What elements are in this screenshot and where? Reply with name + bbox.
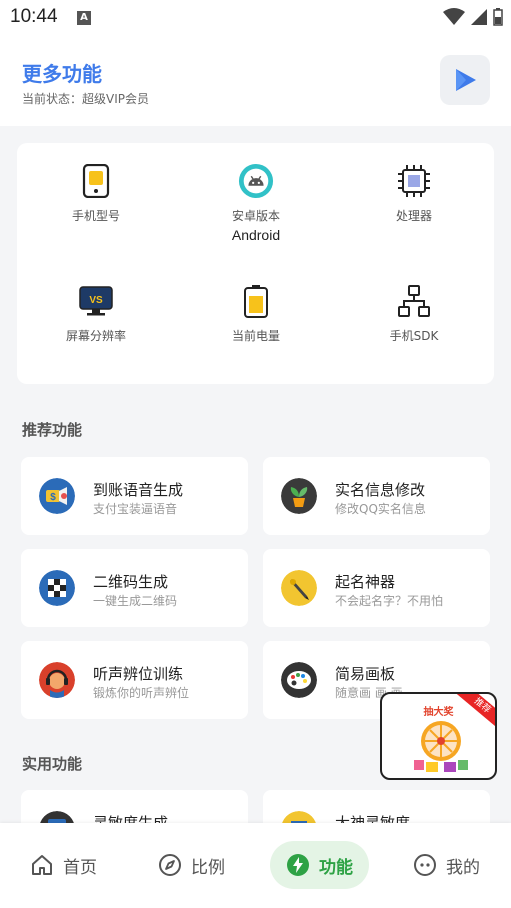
compass-icon [159, 854, 181, 876]
play-icon [456, 69, 476, 91]
cpu-icon [396, 163, 432, 199]
feature-subtitle: 不会起名字？不用怕 [335, 594, 444, 608]
feature-title: 简易画板 [335, 665, 396, 683]
device-resolution[interactable]: VS 屏幕分辨率 [21, 283, 171, 347]
device-label: 安卓版本 [231, 209, 280, 223]
pen-icon [281, 570, 317, 606]
device-label: 手机型号 [71, 209, 120, 223]
phone-icon [78, 163, 114, 199]
sdk-icon [396, 283, 432, 319]
feature-title: 起名神器 [335, 573, 396, 591]
nav-ratio[interactable]: 比例 [158, 841, 225, 889]
device-label: 当前电量 [231, 329, 280, 343]
nav-label: 比例 [191, 857, 225, 878]
plant-icon [281, 478, 317, 514]
nav-label: 功能 [319, 857, 353, 878]
palette-icon [281, 662, 317, 698]
feature-card-sound-training[interactable]: 听声辨位训练 锻炼你的听声辨位 [21, 641, 248, 719]
face-icon [414, 854, 436, 876]
section-title-practical: 实用功能 [22, 755, 83, 773]
feature-card-naming[interactable]: 起名神器 不会起名字？不用怕 [263, 549, 490, 627]
wifi-icon [443, 8, 465, 25]
device-label: 处理器 [395, 209, 432, 223]
feature-title: 实名信息修改 [335, 481, 426, 499]
feature-subtitle: 一键生成二维码 [93, 594, 178, 608]
monitor-icon: VS [78, 283, 114, 319]
play-store-button[interactable] [440, 55, 490, 105]
status-time: 10:44 [10, 6, 58, 27]
feature-subtitle: 支付宝装逼语音 [93, 502, 178, 516]
device-android-version[interactable]: 安卓版本 Android [181, 163, 331, 243]
vip-status: 当前状态：超级VIP会员 [22, 92, 149, 106]
page-header: 更多功能 当前状态：超级VIP会员 [0, 36, 511, 126]
feature-subtitle: 修改QQ实名信息 [335, 502, 426, 516]
lottery-float[interactable]: 抽大奖 推荐 [380, 692, 497, 780]
svg-text:$: $ [50, 492, 56, 503]
feature-title: 到账语音生成 [93, 481, 184, 499]
device-processor[interactable]: 处理器 [339, 163, 489, 227]
device-label: 手机SDK [389, 329, 439, 343]
device-info-card: 手机型号 安卓版本 Android 处理器 VS 屏幕分辨率 当前电量 手机SD… [17, 143, 494, 384]
page-title: 更多功能 [22, 62, 102, 86]
home-icon [32, 855, 52, 875]
bottom-nav: 首页 比例 功能 我的 [0, 823, 511, 908]
nav-mine[interactable]: 我的 [413, 841, 480, 889]
notification-icon: A [77, 11, 91, 25]
feature-card-realname[interactable]: 实名信息修改 修改QQ实名信息 [263, 457, 490, 535]
status-icons [443, 8, 503, 26]
battery-status-icon [493, 8, 503, 26]
nav-label: 首页 [63, 857, 97, 878]
nav-features[interactable]: 功能 [270, 841, 369, 889]
device-phone-model[interactable]: 手机型号 [21, 163, 171, 227]
nav-home[interactable]: 首页 [30, 841, 97, 889]
signal-icon [471, 9, 487, 25]
qrcode-icon [39, 570, 75, 606]
section-title-recommended: 推荐功能 [22, 421, 83, 439]
bolt-icon [287, 854, 309, 876]
device-label: 屏幕分辨率 [65, 329, 126, 343]
device-sdk[interactable]: 手机SDK [339, 283, 489, 347]
feature-card-voice[interactable]: $ 到账语音生成 支付宝装逼语音 [21, 457, 248, 535]
speaker-icon: $ [39, 478, 75, 514]
android-icon [238, 163, 274, 199]
device-battery[interactable]: 当前电量 [181, 283, 331, 347]
device-value: Android [231, 227, 281, 243]
feature-subtitle: 锻炼你的听声辨位 [93, 686, 190, 700]
svg-text:VS: VS [89, 295, 103, 306]
feature-card-qrcode[interactable]: 二维码生成 一键生成二维码 [21, 549, 248, 627]
headset-icon [39, 662, 75, 698]
battery-icon [238, 283, 274, 319]
prize-wheel-icon [414, 721, 468, 772]
feature-title: 二维码生成 [93, 573, 169, 591]
status-bar: 10:44 A [0, 0, 511, 36]
feature-title: 听声辨位训练 [93, 665, 184, 683]
nav-label: 我的 [446, 857, 480, 878]
